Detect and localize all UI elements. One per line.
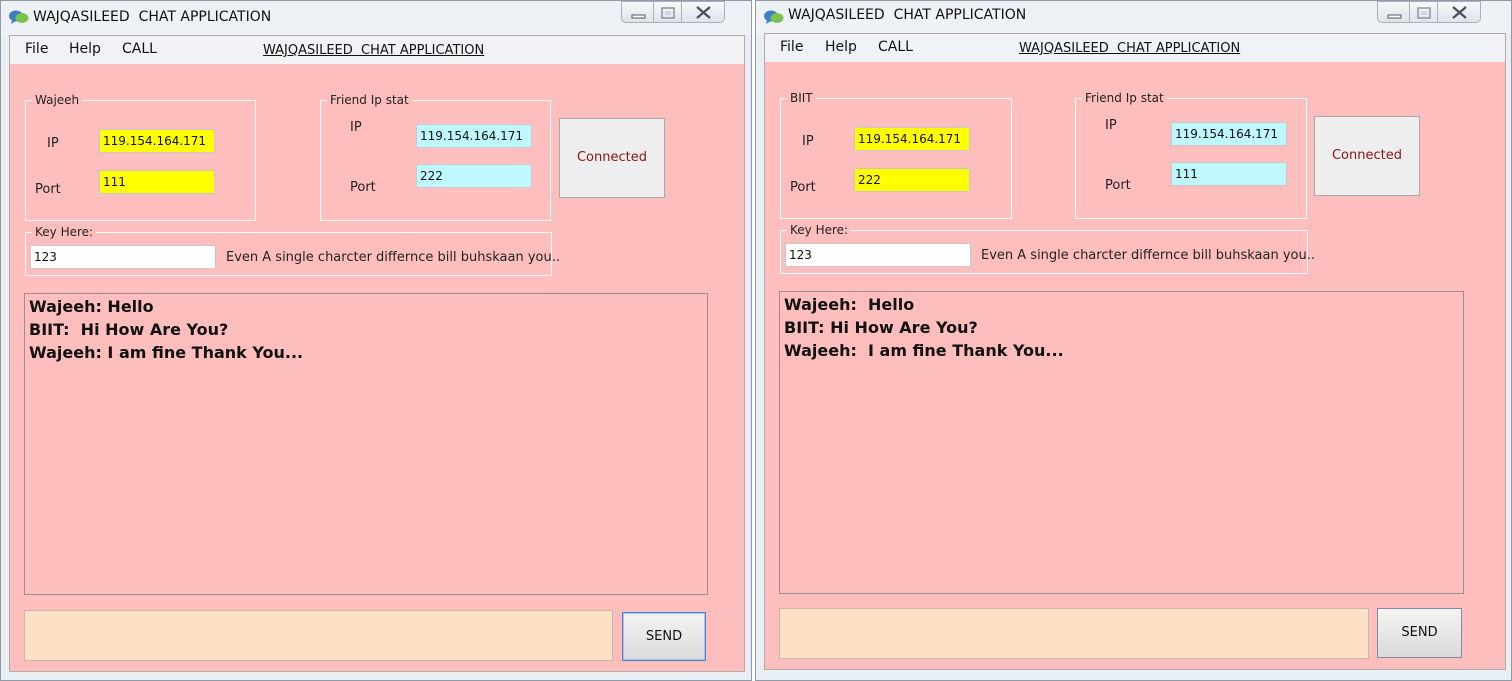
chat-window-biit: WAJQASILEED CHAT APPLICATION File Help C… — [755, 0, 1512, 681]
own-port-field[interactable]: 111 — [99, 170, 215, 194]
title-bar[interactable]: WAJQASILEED CHAT APPLICATION — [756, 1, 1511, 35]
group-label: Friend Ip stat — [327, 93, 412, 107]
friend-ip-group: Friend Ip stat IP 119.154.164.171 Port 2… — [320, 93, 551, 221]
minimize-icon — [1387, 14, 1402, 19]
menu-call[interactable]: CALL — [122, 41, 157, 57]
chat-history[interactable]: Wajeeh: Hello BIIT: Hi How Are You? Waje… — [24, 293, 708, 595]
window-title: WAJQASILEED CHAT APPLICATION — [33, 9, 272, 25]
close-icon — [1452, 6, 1467, 19]
own-ip-field[interactable]: 119.154.164.171 — [99, 129, 215, 153]
port-label: Port — [1105, 178, 1131, 193]
title-bar[interactable]: WAJQASILEED CHAT APPLICATION — [1, 1, 751, 35]
maximize-button[interactable] — [1410, 1, 1438, 23]
ip-label: IP — [47, 136, 59, 151]
chat-bubbles-icon — [763, 9, 785, 25]
menu-file[interactable]: File — [25, 41, 48, 57]
friend-ip-field[interactable]: 119.154.164.171 — [416, 124, 532, 148]
local-user-group: Wajeeh IP 119.154.164.171 Port 111 — [25, 93, 256, 221]
minimize-button[interactable] — [1377, 1, 1410, 23]
menu-help[interactable]: Help — [825, 39, 857, 55]
close-button[interactable] — [1438, 1, 1481, 23]
key-hint-text: Even A single charcter differnce bill bu… — [981, 248, 1315, 263]
key-group: Key Here: 123 Even A single charcter dif… — [25, 225, 560, 276]
menu-caption: WAJQASILEED CHAT APPLICATION — [1019, 41, 1241, 56]
send-button[interactable]: SEND — [622, 612, 706, 661]
chat-bubbles-icon — [8, 9, 30, 25]
group-label: Key Here: — [787, 223, 852, 237]
chat-message: Wajeeh: I am fine Thank You... — [29, 343, 304, 362]
friend-port-field[interactable]: 222 — [416, 164, 532, 188]
chat-message: Wajeeh: Hello — [784, 295, 915, 314]
ip-label: IP — [802, 134, 814, 149]
menu-help[interactable]: Help — [69, 41, 101, 57]
maximize-icon — [1417, 7, 1431, 19]
close-icon — [696, 6, 711, 19]
key-hint-text: Even A single charcter differnce bill bu… — [226, 250, 560, 265]
minimize-icon — [631, 14, 646, 19]
port-label: Port — [35, 182, 61, 197]
menu-caption: WAJQASILEED CHAT APPLICATION — [263, 43, 485, 58]
menu-bar: File Help CALL WAJQASILEED CHAT APPLICAT… — [10, 36, 744, 64]
message-input[interactable] — [24, 610, 613, 661]
close-button[interactable] — [682, 1, 725, 23]
connect-button[interactable]: Connected — [559, 118, 665, 198]
own-ip-field[interactable]: 119.154.164.171 — [854, 127, 970, 151]
chat-history[interactable]: Wajeeh: Hello BIIT: Hi How Are You? Waje… — [779, 291, 1464, 594]
form-client-area: File Help CALL WAJQASILEED CHAT APPLICAT… — [9, 35, 745, 672]
chat-message: BIIT: Hi How Are You? — [29, 320, 229, 339]
send-button[interactable]: SEND — [1377, 608, 1462, 658]
port-label: Port — [350, 180, 376, 195]
maximize-button[interactable] — [654, 1, 682, 23]
window-title: WAJQASILEED CHAT APPLICATION — [788, 7, 1027, 23]
port-label: Port — [790, 180, 816, 195]
key-input[interactable]: 123 — [785, 243, 971, 267]
form-client-area: File Help CALL WAJQASILEED CHAT APPLICAT… — [764, 33, 1506, 670]
friend-ip-group: Friend Ip stat IP 119.154.164.171 Port 1… — [1075, 91, 1307, 219]
menu-bar: File Help CALL WAJQASILEED CHAT APPLICAT… — [765, 34, 1505, 62]
message-input[interactable] — [779, 608, 1369, 659]
chat-message: BIIT: Hi How Are You? — [784, 318, 978, 337]
group-label: Wajeeh — [32, 93, 83, 107]
minimize-button[interactable] — [621, 1, 654, 23]
key-group: Key Here: 123 Even A single charcter dif… — [780, 223, 1315, 274]
connect-button[interactable]: Connected — [1314, 116, 1420, 196]
ip-label: IP — [350, 120, 362, 135]
friend-ip-field[interactable]: 119.154.164.171 — [1171, 122, 1287, 146]
local-user-group: BIIT IP 119.154.164.171 Port 222 — [780, 91, 1012, 219]
chat-message: Wajeeh: Hello — [29, 297, 154, 316]
menu-call[interactable]: CALL — [878, 39, 913, 55]
group-label: Key Here: — [32, 225, 97, 239]
ip-label: IP — [1105, 118, 1117, 133]
chat-message: Wajeeh: I am fine Thank You... — [784, 341, 1064, 360]
key-input[interactable]: 123 — [30, 245, 216, 269]
friend-port-field[interactable]: 111 — [1171, 162, 1287, 186]
chat-window-wajeeh: WAJQASILEED CHAT APPLICATION File Help C… — [0, 0, 752, 681]
menu-file[interactable]: File — [780, 39, 803, 55]
group-label: Friend Ip stat — [1082, 91, 1167, 105]
own-port-field[interactable]: 222 — [854, 168, 970, 192]
maximize-icon — [661, 7, 675, 19]
group-label: BIIT — [787, 91, 816, 105]
